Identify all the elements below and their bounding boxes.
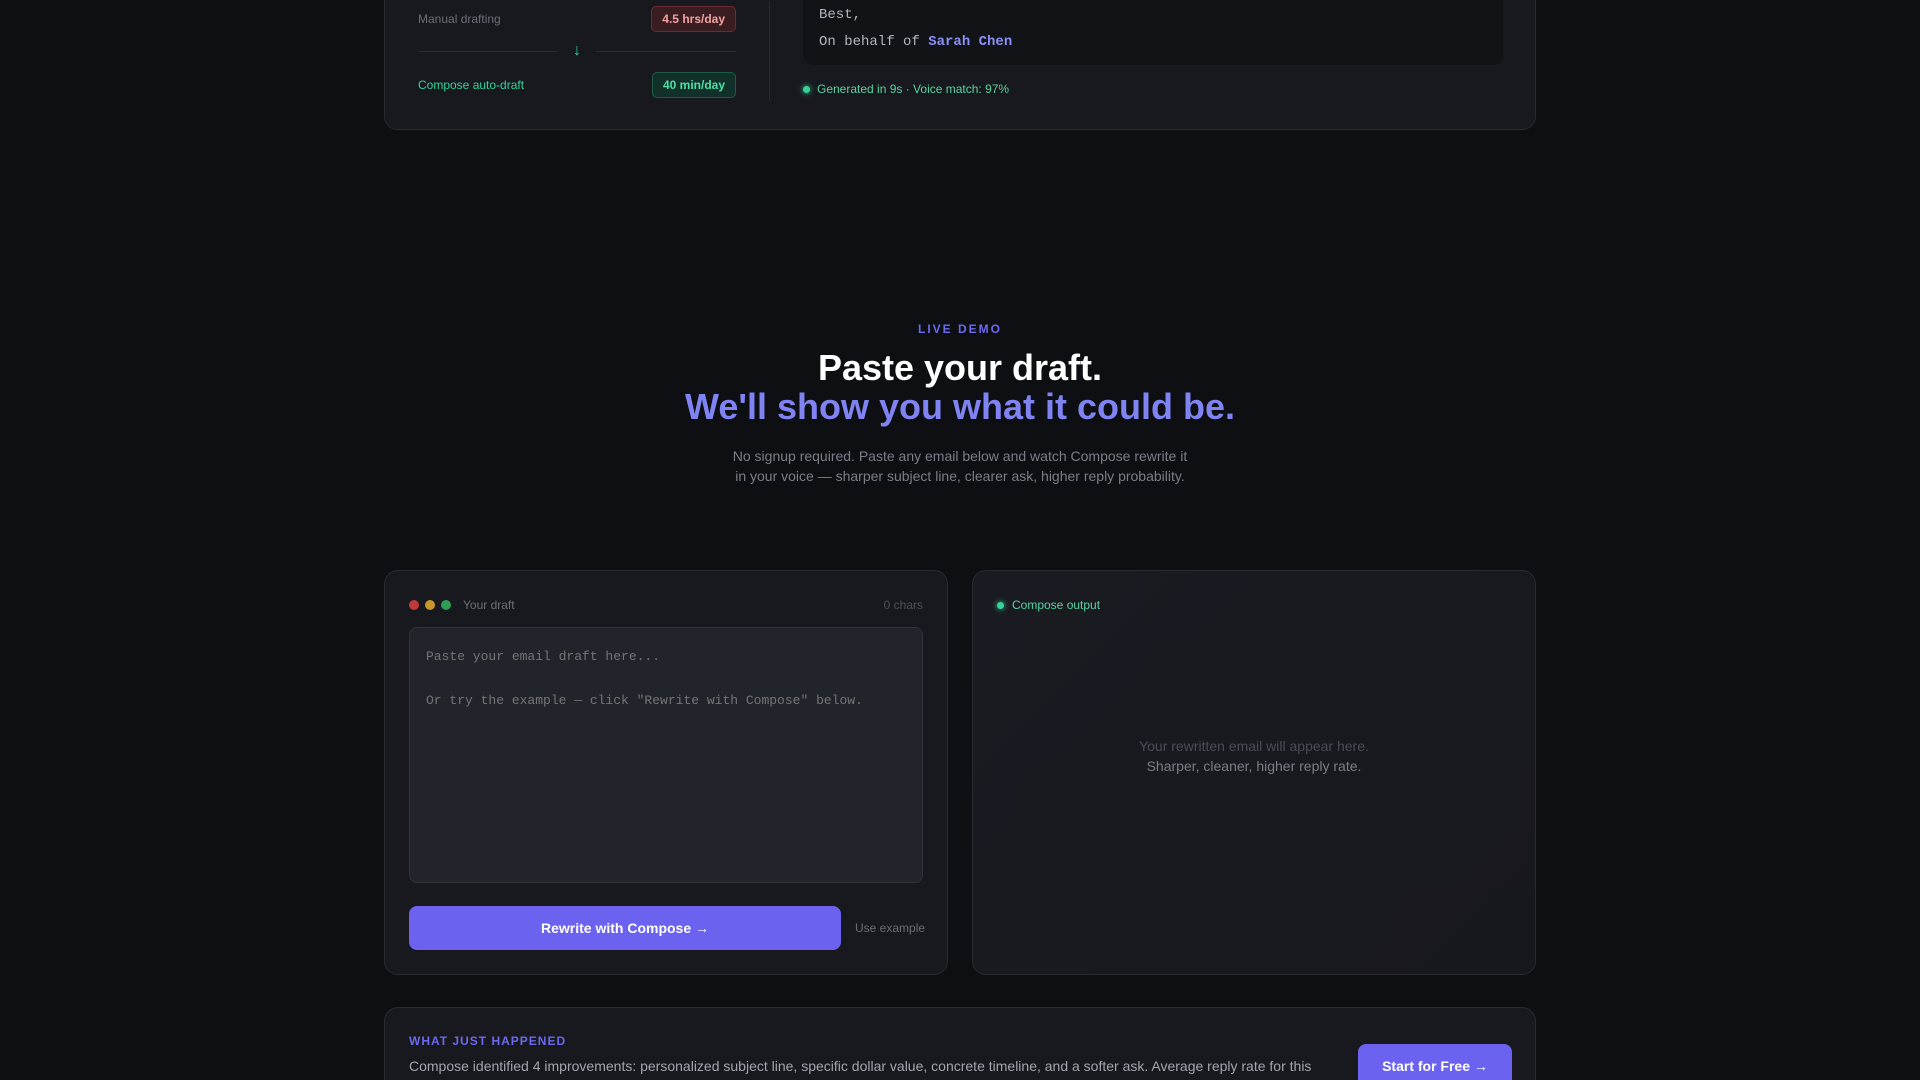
vertical-separator — [769, 1, 770, 101]
char-count: 0 chars — [883, 598, 923, 612]
manual-drafting-label: Manual drafting — [418, 12, 501, 26]
email-behalf-prefix: On behalf of — [819, 34, 929, 50]
generation-status: Generated in 9s · Voice match: 97% — [803, 82, 1009, 96]
email-sender-name: Sarah Chen — [928, 34, 1013, 50]
manual-drafting-value: 4.5 hrs/day — [651, 6, 736, 32]
hero-title-line2: We'll show you what it could be. — [685, 386, 1235, 427]
start-for-free-button[interactable]: Start for Free → — [1358, 1044, 1512, 1080]
compose-autodraft-value: 40 min/day — [651, 72, 736, 98]
section-eyebrow: LIVE DEMO — [917, 322, 1002, 336]
output-card-header: Compose output — [997, 597, 1511, 613]
time-comparison: Manual drafting 4.5 hrs/day ↓ Compose au… — [418, 0, 736, 129]
summary-text: Compose identified 4 improvements: perso… — [409, 1058, 1312, 1074]
draft-card-title: Your draft — [463, 598, 515, 612]
output-placeholder-line2: Sharper, cleaner, higher reply rate. — [1146, 758, 1362, 774]
generated-email-preview: Best, On behalf of Sarah Chen — [803, 0, 1503, 65]
output-card: Compose output Your rewritten email will… — [972, 570, 1536, 975]
manual-drafting-row: Manual drafting 4.5 hrs/day — [418, 5, 736, 33]
divider-line-right — [596, 51, 736, 52]
window-maximize-dot-icon — [441, 600, 451, 610]
draft-card: Your draft 0 chars Rewrite with Compose … — [384, 570, 948, 975]
divider-line-left — [418, 51, 558, 52]
summary-eyebrow: WHAT JUST HAPPENED — [409, 1034, 567, 1048]
draft-card-header: Your draft 0 chars — [409, 597, 923, 613]
compose-autodraft-label: Compose auto-draft — [418, 78, 525, 92]
output-placeholder: Your rewritten email will appear here. S… — [973, 736, 1535, 776]
comparison-divider: ↓ — [418, 41, 736, 61]
output-card-title: Compose output — [1012, 598, 1101, 612]
time-comparison-card: Manual drafting 4.5 hrs/day ↓ Compose au… — [384, 0, 1536, 130]
use-example-link[interactable]: Use example — [855, 921, 925, 935]
generation-status-text: Generated in 9s · Voice match: 97% — [817, 82, 1010, 96]
output-status-dot-icon — [997, 601, 1004, 609]
hero-title-line1: Paste your draft. — [817, 347, 1103, 388]
hero-subtitle: No signup required. Paste any email belo… — [732, 448, 1188, 484]
summary-card: WHAT JUST HAPPENED Compose identified 4 … — [384, 1007, 1536, 1080]
email-signoff: Best, — [819, 7, 862, 23]
compose-autodraft-row: Compose auto-draft 40 min/day — [418, 71, 736, 99]
output-placeholder-line1: Your rewritten email will appear here. — [1139, 738, 1369, 754]
email-behalf-line: On behalf of Sarah Chen — [819, 34, 1012, 50]
rewrite-button[interactable]: Rewrite with Compose → — [409, 906, 841, 950]
arrow-down-icon: ↓ — [573, 42, 581, 59]
draft-input[interactable] — [409, 627, 923, 883]
window-minimize-dot-icon — [425, 600, 435, 610]
window-close-dot-icon — [409, 600, 419, 610]
page: Manual drafting 4.5 hrs/day ↓ Compose au… — [0, 0, 1920, 1080]
status-dot-icon — [803, 85, 810, 93]
